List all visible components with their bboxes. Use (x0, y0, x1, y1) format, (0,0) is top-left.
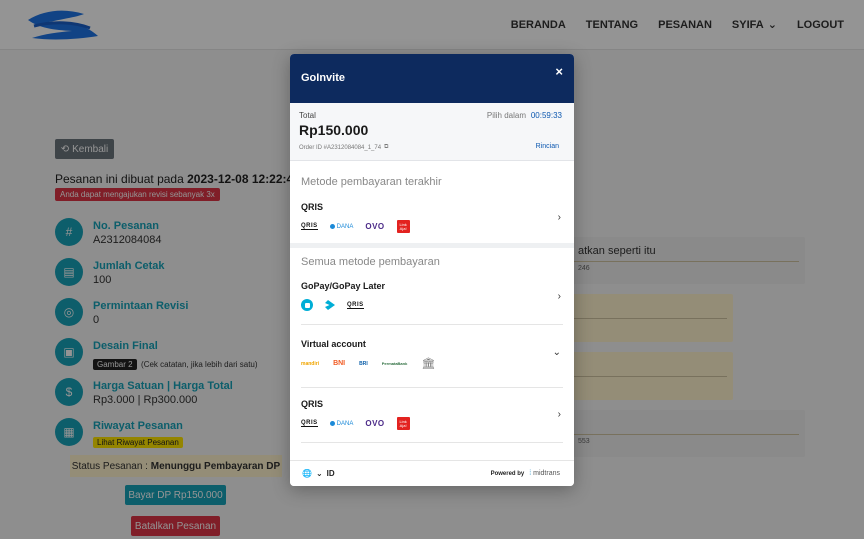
gopay-icon (301, 299, 313, 311)
qris-logo: QRIS (301, 420, 318, 427)
order-id-text: Order ID #A2312084084_1_74 (299, 144, 382, 151)
dana-logo: DANA (329, 224, 353, 230)
chevron-down-icon: ⌄ (315, 469, 323, 478)
dana-logo: DANA (329, 421, 353, 427)
method-va-label: Virtual account (301, 339, 366, 349)
payment-summary: Total Rp150.000 Order ID #A2312084084_1_… (290, 103, 574, 161)
modal-title: GoInvite (301, 72, 346, 84)
linkaja-logo: Link Aja! (396, 220, 410, 233)
divider (301, 387, 563, 388)
details-link[interactable]: Rincian (536, 143, 559, 150)
method-qris[interactable]: QRIS QRIS DANA OVO Link Aja! › (301, 399, 563, 430)
chevron-right-icon: › (557, 291, 561, 302)
mandiri-logo: mandiri (301, 360, 320, 367)
countdown-timer: 00:59:33 (530, 111, 562, 120)
bni-logo: BNI (333, 360, 346, 367)
section-gap (290, 243, 574, 248)
permata-logo: PermataBank (381, 361, 408, 366)
copy-icon[interactable]: ⧉ (384, 144, 388, 151)
linkaja-logo: Link Aja! (396, 417, 410, 430)
globe-icon: 🌐 (302, 469, 312, 478)
total-label: Total (299, 111, 316, 120)
language-selector[interactable]: 🌐 ⌄ ID (302, 469, 335, 478)
chevron-right-icon: › (557, 212, 561, 223)
close-icon[interactable]: × (555, 64, 563, 79)
method-qris-label: QRIS (301, 399, 324, 409)
order-id: Order ID #A2312084084_1_74 ⧉ (299, 144, 388, 151)
qris-logo: QRIS (347, 301, 364, 309)
ovo-logo: OVO (365, 419, 385, 428)
qris-logo: QRIS (301, 223, 318, 230)
divider (301, 442, 563, 443)
powered-by-label: Powered by (490, 470, 525, 477)
method-virtual-account[interactable]: Virtual account mandiri BNI BRI PermataB… (301, 339, 563, 370)
payment-modal: GoInvite × Total Rp150.000 Order ID #A23… (290, 54, 574, 486)
method-qris-recent-label: QRIS (301, 202, 324, 212)
chevron-right-icon: › (557, 409, 561, 420)
chevron-down-icon: ⌄ (552, 347, 561, 358)
total-amount: Rp150.000 (299, 122, 369, 138)
bank-icon: 🏛 (421, 358, 436, 370)
powered-by: Powered by ⁞ midtrans (491, 470, 560, 477)
method-gopay-label: GoPay/GoPay Later (301, 281, 386, 291)
timer-label: Pilih dalam (486, 111, 526, 120)
ovo-logo: OVO (365, 222, 385, 231)
modal-footer: 🌐 ⌄ ID Powered by ⁞ midtrans (290, 460, 574, 486)
all-methods-title: Semua metode pembayaran (301, 256, 440, 268)
bri-logo: BRI (359, 360, 368, 367)
recent-methods-title: Metode pembayaran terakhir (301, 176, 442, 188)
divider (301, 324, 563, 325)
method-gopay[interactable]: GoPay/GoPay Later QRIS › (301, 281, 563, 311)
gopay-later-icon (325, 300, 335, 310)
language-code: ID (326, 469, 335, 478)
method-qris-recent[interactable]: QRIS QRIS DANA OVO Link Aja! › (301, 202, 563, 233)
modal-header: GoInvite × (290, 54, 574, 103)
midtrans-logo: ⁞ midtrans (529, 470, 560, 477)
